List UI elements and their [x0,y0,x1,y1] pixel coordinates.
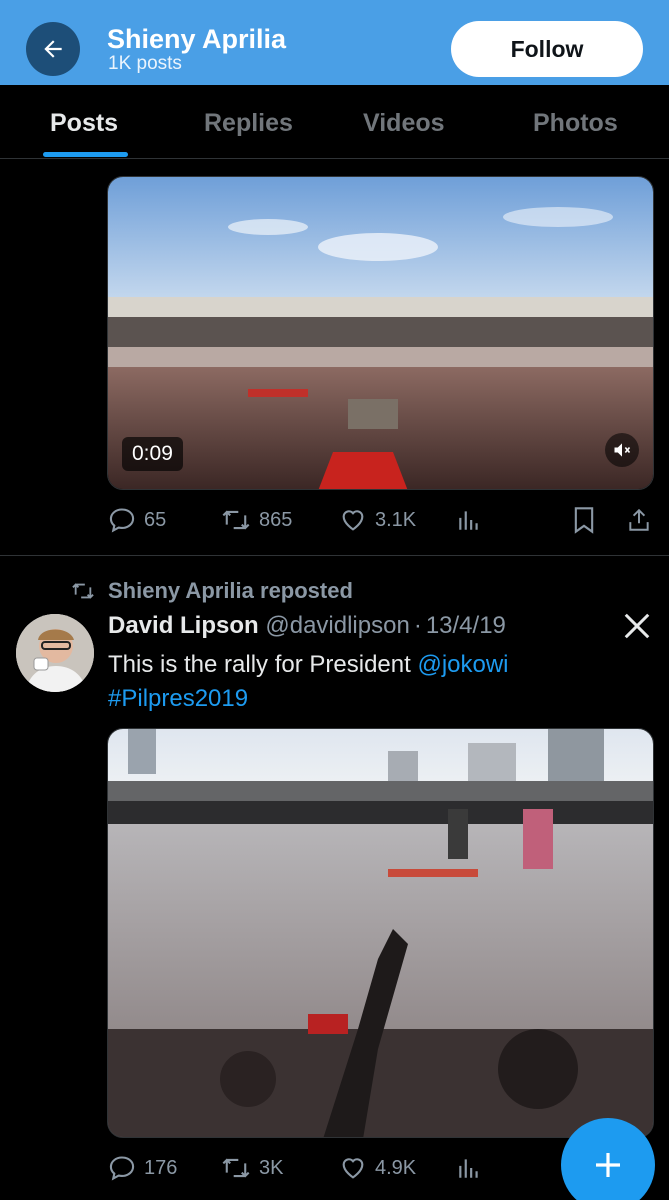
tweet-date[interactable]: 13/4/19 [426,612,506,639]
repost-indicator: Shieny Aprilia reposted [70,578,353,604]
author-name[interactable]: David Lipson [108,612,259,639]
speaker-muted-icon [614,443,631,457]
post-photo[interactable] [107,728,654,1138]
tweet-text-body: This is the rally for President [108,651,418,678]
bookmark-button[interactable] [572,506,596,539]
like-button[interactable]: 3.1K [339,506,416,534]
bar-chart-icon [459,1159,478,1178]
post-count: 1K posts [108,53,182,74]
tweet-header: David Lipson @davidlipson · 13/4/19 [108,612,506,640]
views-button-2[interactable] [456,1154,482,1187]
tab-videos[interactable]: Videos [363,109,445,138]
bar-chart-icon [459,511,478,530]
tab-photos[interactable]: Photos [533,109,618,138]
bookmark-icon [574,507,594,534]
active-tab-indicator [43,152,128,157]
repost-icon [72,583,94,599]
hashtag-link[interactable]: #Pilpres2019 [108,685,248,712]
profile-name: Shieny Aprilia [107,24,287,54]
reply-icon [109,508,135,533]
profile-header: Shieny Aprilia 1K posts Follow [0,0,669,85]
repost-icon [222,510,250,530]
reply-button-2[interactable]: 176 [108,1154,177,1182]
like-count: 4.9K [375,1156,417,1179]
arrow-left-icon [44,40,62,58]
mention-link[interactable]: @jokowi [417,651,508,678]
stadium-video-thumbnail [108,177,653,489]
repost-icon [222,1158,250,1178]
reply-icon [109,1156,135,1181]
heart-icon [342,510,364,531]
reply-count: 176 [144,1156,178,1179]
repost-count: 865 [259,508,293,531]
repost-count: 3K [259,1156,284,1179]
tab-posts[interactable]: Posts [50,109,118,138]
share-button[interactable] [626,506,652,539]
like-count: 3.1K [375,508,417,531]
tweet-text: This is the rally for President @jokowi … [108,648,628,716]
share-icon [629,508,649,531]
repost-button[interactable]: 865 [221,506,292,534]
reply-count: 65 [144,508,167,531]
author-handle[interactable]: @davidlipson [265,612,409,639]
reply-button[interactable]: 65 [108,506,166,534]
repost-label: Shieny Aprilia reposted [108,578,353,603]
plus-icon [596,1153,620,1177]
avatar[interactable] [16,614,94,692]
video-duration: 0:09 [122,437,183,471]
separator: · [413,612,422,639]
tab-replies[interactable]: Replies [204,109,293,138]
mute-button[interactable] [605,433,639,467]
follow-button[interactable]: Follow [451,21,643,77]
author-avatar-image [16,614,94,692]
back-button[interactable] [26,22,80,76]
heart-icon [342,1158,364,1179]
like-button-2[interactable]: 4.9K [339,1154,416,1182]
x-logo-icon [622,611,652,646]
stadium-rally-photo [108,729,653,1137]
repost-button-2[interactable]: 3K [221,1154,283,1182]
post-video[interactable]: 0:09 [107,176,654,490]
post-divider [0,555,669,556]
profile-tabs: Posts Replies Videos Photos [0,85,669,159]
views-button[interactable] [456,506,482,539]
